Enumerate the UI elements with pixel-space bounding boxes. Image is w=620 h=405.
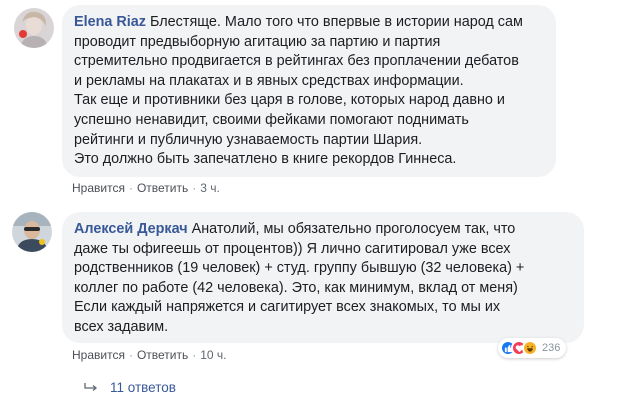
- comment-text-line: и рекламы на плакатах и в явных средства…: [74, 72, 464, 89]
- comment-bubble: Elena Riaz Блестяще. Мало того что впервы…: [62, 5, 556, 177]
- separator-dot: ·: [192, 181, 197, 195]
- comment-author[interactable]: Алексей Деркач: [74, 221, 188, 237]
- reaction-count: 236: [542, 342, 561, 354]
- comment-text-line: стремительно продвигается в рейтингах бе…: [74, 53, 519, 70]
- comment-text-line: Анатолий, мы обязательно проголосуем так…: [191, 221, 516, 237]
- replies-count-label[interactable]: 11 ответов: [110, 380, 176, 395]
- separator-dot: ·: [128, 181, 133, 195]
- reply-link[interactable]: Ответить: [137, 348, 188, 362]
- comment-text-line: коллег по работе (42 человека). Это, как…: [74, 279, 518, 296]
- comment-text-line: проводит предвыборную агитацию за партию…: [74, 33, 441, 50]
- haha-icon: [522, 340, 538, 356]
- comment-text-line: рейтинги и публичную узнаваемость партии…: [74, 131, 423, 148]
- comment-text-line: успешно ненавидит, своими фейками помога…: [74, 111, 469, 128]
- avatar[interactable]: [12, 212, 52, 252]
- reply-arrow-icon: [84, 381, 98, 396]
- avatar-image: [12, 212, 52, 252]
- reply-link[interactable]: Ответить: [137, 181, 188, 195]
- comment-timestamp[interactable]: 3 ч.: [200, 181, 220, 195]
- comment-text-line: Блестяще. Мало того что впервые в истори…: [149, 14, 523, 30]
- like-link[interactable]: Нравится: [72, 181, 125, 195]
- comment-text-line: даже ты офигеешь от процентов)) Я лично …: [74, 240, 511, 257]
- comment-author[interactable]: Elena Riaz: [74, 14, 146, 30]
- comment-actions: Нравится · Ответить · 10 ч.: [72, 348, 227, 362]
- separator-dot: ·: [128, 348, 133, 362]
- reactions-summary[interactable]: 236: [498, 338, 567, 358]
- comment-text-line: Это должно быть запечатлено в книге реко…: [74, 151, 457, 168]
- comment-text-line: Если каждый напряжется и сагитирует всех…: [74, 299, 501, 316]
- comment-text-line: всех задавим.: [74, 318, 169, 335]
- comment-text-line: родственников (19 человек) + студ. групп…: [74, 260, 525, 277]
- avatar-image: [14, 8, 54, 48]
- comment-actions: Нравится · Ответить · 3 ч.: [72, 181, 220, 195]
- comment-timestamp[interactable]: 10 ч.: [200, 348, 226, 362]
- view-replies-link[interactable]: 11 ответов: [84, 380, 176, 396]
- avatar[interactable]: [14, 8, 54, 48]
- comment-text-line: Так еще и противники без царя в голове, …: [74, 92, 505, 109]
- comment-bubble: Алексей Деркач Анатолий, мы обязательно п…: [62, 212, 584, 343]
- separator-dot: ·: [192, 348, 197, 362]
- like-link[interactable]: Нравится: [72, 348, 125, 362]
